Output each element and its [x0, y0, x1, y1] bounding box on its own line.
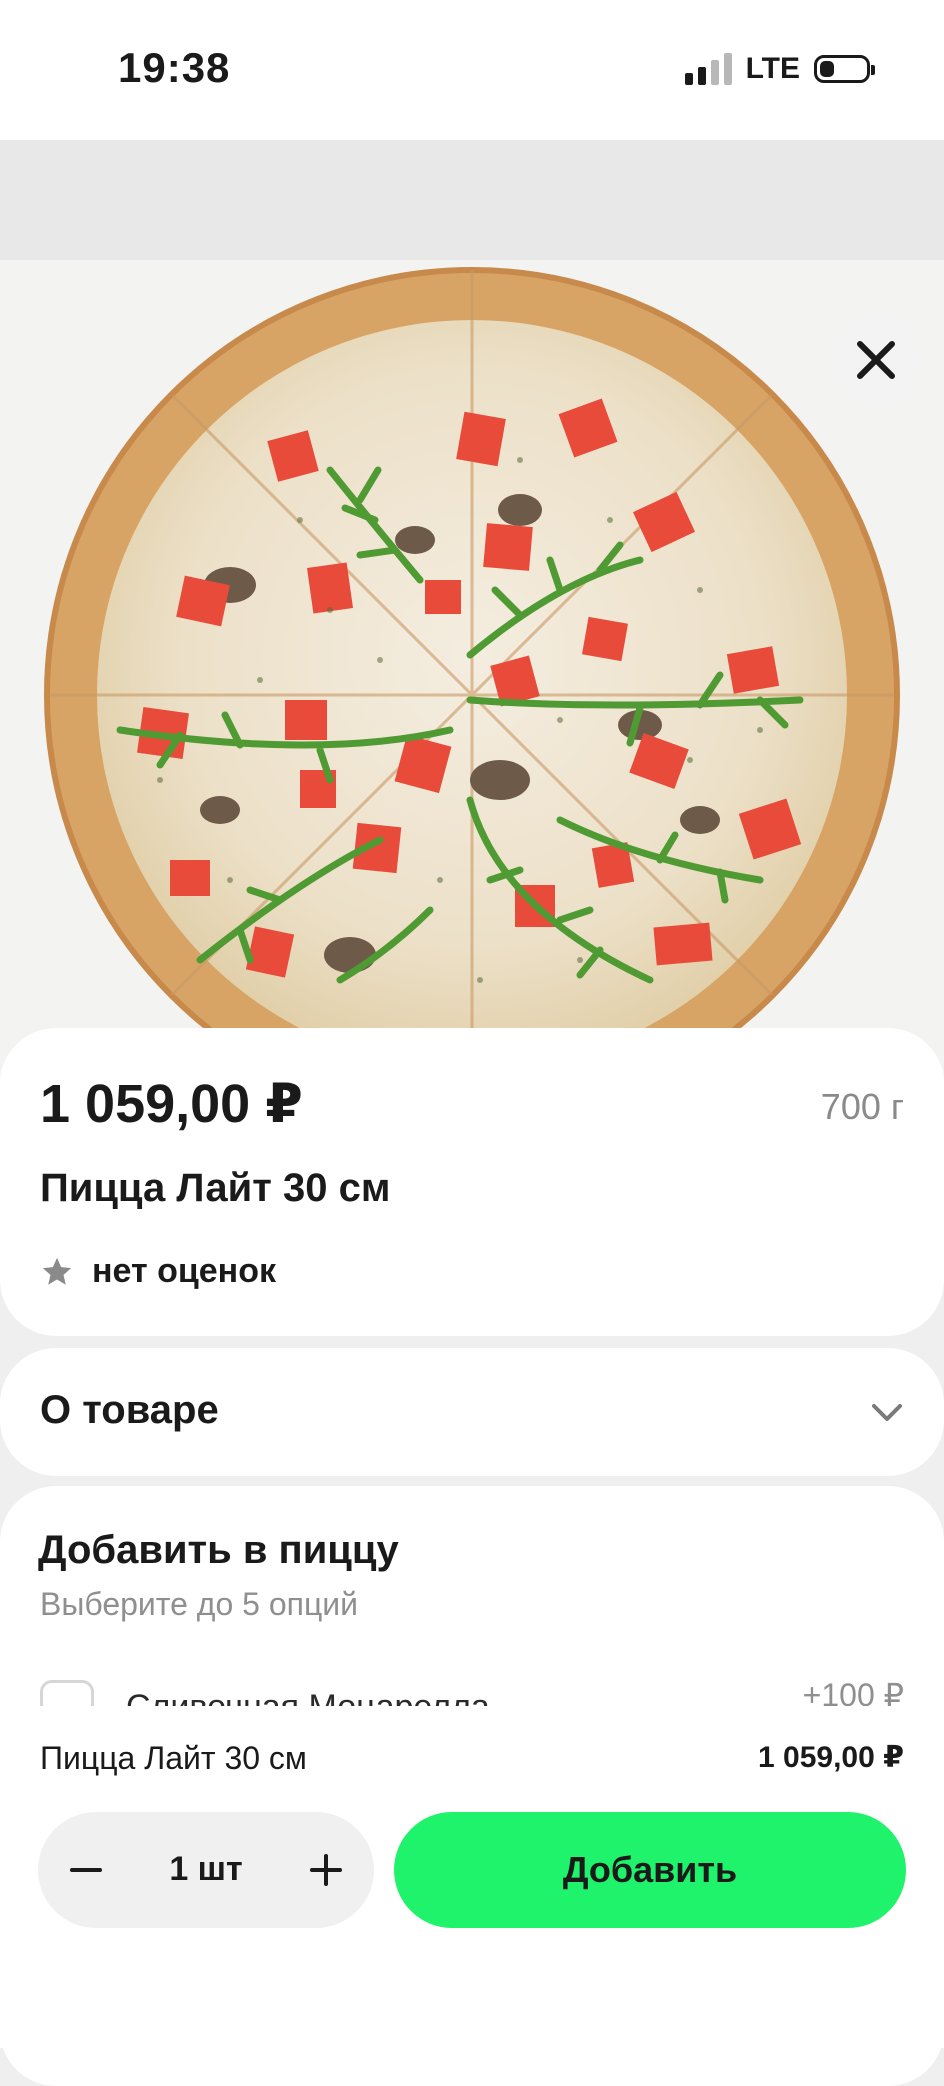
product-title: Пицца Лайт 30 см [40, 1166, 391, 1210]
quantity-stepper: 1 шт [38, 1812, 374, 1928]
options-subtitle: Выберите до 5 опций [40, 1586, 359, 1622]
status-bar: 19:38 LTE [0, 0, 944, 140]
add-to-cart-button[interactable]: Добавить [394, 1812, 906, 1928]
product-price: 1 059,00 ₽ [40, 1074, 303, 1134]
chevron-down-icon [872, 1404, 902, 1421]
cart-total: 1 059,00 ₽ [758, 1741, 904, 1774]
rating[interactable]: нет оценок [40, 1252, 276, 1291]
minus-icon [70, 1868, 102, 1872]
rating-text: нет оценок [92, 1252, 276, 1290]
status-indicators: LTE [684, 52, 875, 86]
status-time: 19:38 [118, 44, 231, 91]
close-button[interactable] [828, 312, 924, 408]
product-info-card: 1 059,00 ₽ 700 г Пицца Лайт 30 см нет оц… [0, 1028, 944, 1336]
increase-button[interactable] [278, 1812, 374, 1928]
signal-icon [684, 53, 732, 85]
bottom-cart-bar: Пицца Лайт 30 см 1 059,00 ₽ 1 шт Добавит… [0, 1706, 944, 2048]
network-label: LTE [745, 52, 800, 85]
plus-icon [310, 1854, 342, 1886]
options-title: Добавить в пиццу [38, 1528, 399, 1572]
about-section[interactable]: О товаре [0, 1348, 944, 1476]
close-icon [857, 341, 895, 379]
quantity-value: 1 шт [169, 1850, 243, 1888]
decrease-button[interactable] [38, 1812, 134, 1928]
about-title: О товаре [40, 1388, 219, 1432]
cart-item-name: Пицца Лайт 30 см [40, 1740, 307, 1776]
pizza-image [44, 267, 900, 1110]
product-weight: 700 г [820, 1086, 904, 1127]
battery-icon [814, 55, 875, 83]
star-icon [42, 1257, 72, 1285]
product-image-area [0, 140, 944, 1110]
